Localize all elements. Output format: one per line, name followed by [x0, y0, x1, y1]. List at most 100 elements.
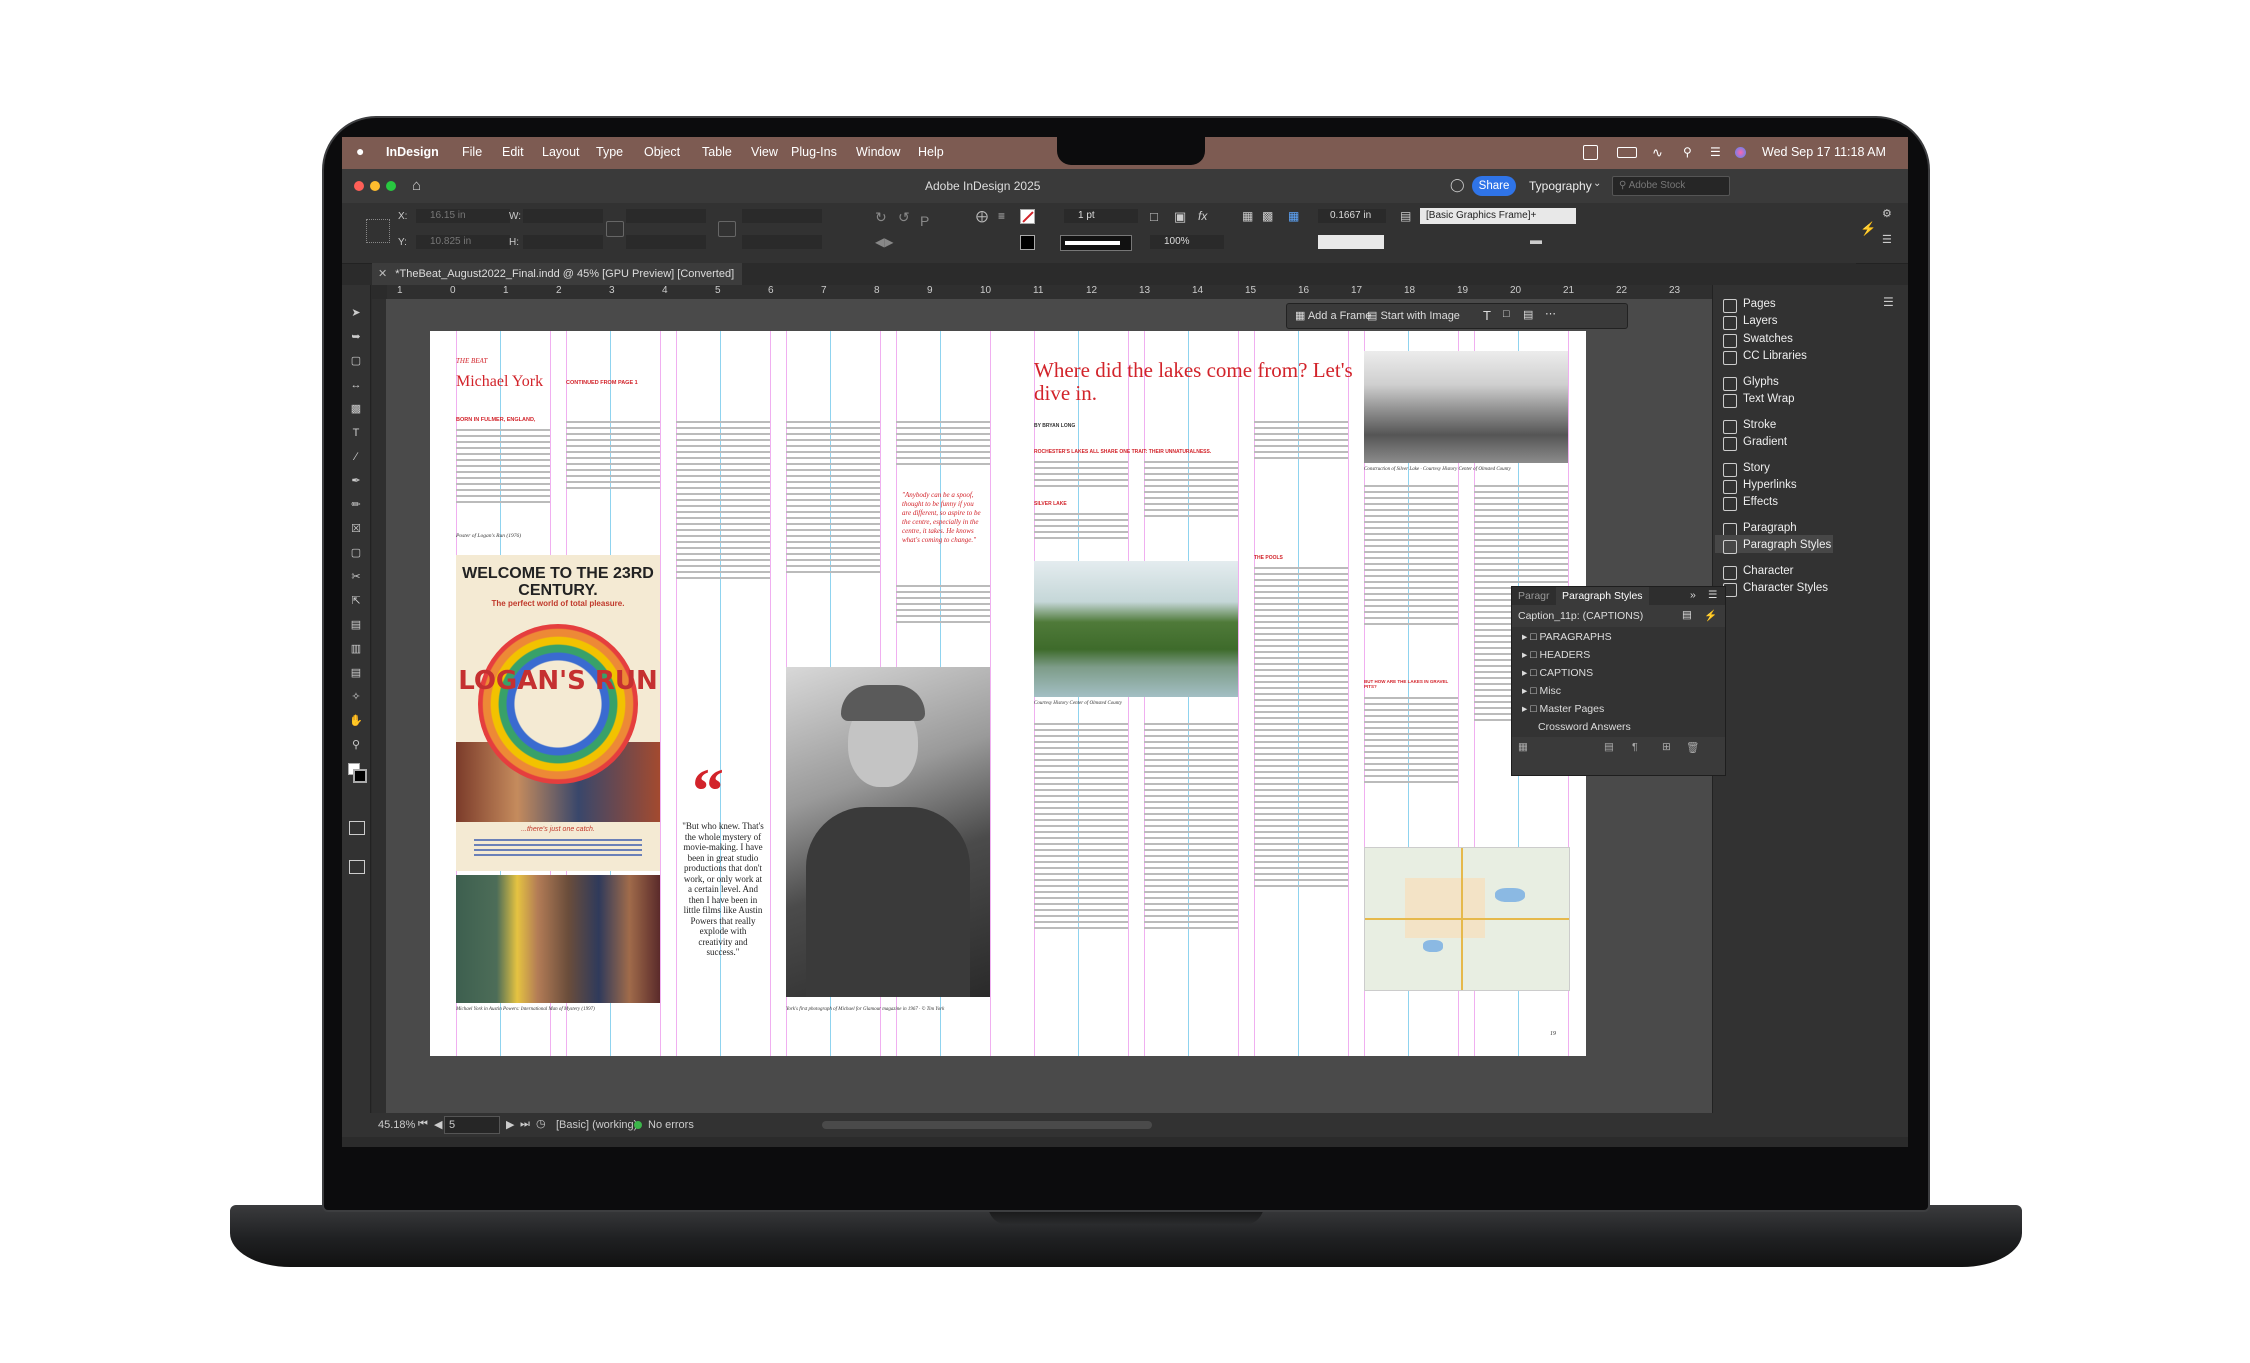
quick-apply-icon[interactable]: ▬: [1530, 233, 1542, 247]
style-group-master-pages[interactable]: ▸ □ Master Pages: [1522, 703, 1604, 715]
lightbulb-icon[interactable]: ◯: [1450, 177, 1465, 193]
settings-icon[interactable]: ⚙: [1882, 207, 1892, 220]
text-column-2[interactable]: [566, 417, 660, 517]
panel-menu-icon[interactable]: ☰: [1708, 589, 1717, 601]
opacity-field[interactable]: 100%: [1150, 235, 1224, 249]
preflight-errors[interactable]: No errors: [648, 1119, 694, 1131]
control-center-icon[interactable]: ☰: [1710, 145, 1721, 159]
gap-tool-icon[interactable]: ↔: [349, 373, 363, 397]
chevron-down-icon[interactable]: ⌄: [1593, 178, 1601, 189]
panel-hyperlinks[interactable]: Hyperlinks: [1743, 479, 1797, 491]
path-icon[interactable]: P: [920, 213, 929, 229]
minimize-window-button[interactable]: [370, 181, 380, 191]
type-icon[interactable]: T: [1483, 308, 1491, 323]
battery-icon[interactable]: [1617, 147, 1637, 158]
paragraph-tab[interactable]: Paragr: [1518, 590, 1550, 602]
wifi-icon[interactable]: ∿: [1652, 145, 1663, 161]
style-group-paragraphs[interactable]: ▸ □ PARAGRAPHS: [1522, 631, 1612, 643]
right-text-column-1b[interactable]: [1034, 509, 1128, 549]
pull-quote[interactable]: "But who knew. That's the whole mystery …: [682, 821, 764, 1011]
red-pullquote[interactable]: "Anybody can be a spoof, thought to be f…: [902, 491, 984, 571]
text-column-4[interactable]: [786, 417, 880, 629]
next-page-icon[interactable]: ▶: [506, 1118, 514, 1131]
close-window-button[interactable]: [354, 181, 364, 191]
reference-point-icon[interactable]: [366, 219, 390, 243]
page-number-field[interactable]: 5: [444, 1116, 500, 1134]
subhead-silver-lake[interactable]: SILVER LAKE: [1034, 501, 1067, 507]
scale-x-field[interactable]: [626, 209, 706, 223]
lakes-map[interactable]: [1364, 847, 1570, 991]
document-tab[interactable]: ✕ *TheBeat_August2022_Final.indd @ 45% [G…: [372, 263, 742, 285]
austin-powers-caption[interactable]: Michael York in Austin Powers: Internati…: [456, 1007, 660, 1012]
previous-page-icon[interactable]: ◀: [434, 1118, 442, 1131]
panel-paragraph[interactable]: Paragraph: [1743, 522, 1797, 534]
style-group-captions[interactable]: ▸ □ CAPTIONS: [1522, 667, 1593, 679]
construction-caption[interactable]: Construction of Silver Lake · Courtesy H…: [1364, 467, 1568, 472]
right-text-column-4b[interactable]: [1364, 693, 1458, 813]
gradient-feather-icon[interactable]: ▥: [349, 637, 363, 661]
swatch-select[interactable]: [1318, 235, 1384, 249]
menu-type[interactable]: Type: [596, 145, 623, 159]
panel-glyphs[interactable]: Glyphs: [1743, 376, 1779, 388]
stroke-color-icon[interactable]: [353, 769, 367, 783]
panel-swatches[interactable]: Swatches: [1743, 333, 1793, 345]
rotate-icon[interactable]: ↻: [875, 209, 887, 226]
horizontal-scrollbar[interactable]: [822, 1121, 1152, 1129]
style-override-icon[interactable]: ▤: [1682, 609, 1692, 621]
panel-character-styles[interactable]: Character Styles: [1743, 582, 1828, 594]
search-icon[interactable]: ⚲: [1683, 145, 1692, 159]
rectangle-tool-icon[interactable]: ▢: [349, 541, 363, 565]
paragraph-styles-tab[interactable]: Paragraph Styles: [1556, 587, 1649, 605]
load-styles-icon[interactable]: ▦: [1518, 741, 1528, 753]
shear-field[interactable]: [742, 235, 822, 249]
quick-apply-icon[interactable]: ⚡: [1704, 609, 1717, 622]
construction-photo[interactable]: [1364, 351, 1568, 463]
free-transform-tool-icon[interactable]: ⇱: [349, 589, 363, 613]
pen-tool-icon[interactable]: ✒: [349, 469, 363, 493]
object-style-select[interactable]: [Basic Graphics Frame]+: [1420, 208, 1576, 224]
panel-menu-icon[interactable]: ☰: [1882, 233, 1892, 246]
text-column-5b[interactable]: [896, 581, 990, 643]
rotation-field[interactable]: [742, 209, 822, 223]
subhead-gravel-pits[interactable]: BUT HOW ARE THE LAKES IN GRAVEL PITS?: [1364, 679, 1458, 689]
effects-icon[interactable]: fx: [1198, 209, 1207, 223]
preview-mode-icon[interactable]: [349, 860, 365, 874]
start-with-image-button[interactable]: ▤ Start with Image: [1367, 309, 1460, 322]
panel-gradient[interactable]: Gradient: [1743, 436, 1787, 448]
home-icon[interactable]: ⌂: [412, 177, 421, 194]
article-kicker[interactable]: ROCHESTER'S LAKES ALL SHARE ONE TRAIT: T…: [1034, 449, 1211, 455]
vertical-ruler[interactable]: [372, 299, 386, 1113]
austin-powers-photo[interactable]: [456, 875, 660, 1003]
right-text-column-2b[interactable]: [1144, 719, 1238, 1005]
lightning-icon[interactable]: ⚡: [1860, 221, 1876, 237]
panel-effects[interactable]: Effects: [1743, 496, 1778, 508]
eyedropper-tool-icon[interactable]: ✧: [349, 685, 363, 709]
rectangle-frame-tool-icon[interactable]: ☒: [349, 517, 363, 541]
panel-paragraph-styles[interactable]: Paragraph Styles: [1743, 539, 1831, 551]
right-text-column-1c[interactable]: [1034, 719, 1128, 1005]
menu-file[interactable]: File: [462, 145, 482, 159]
style-item-crossword[interactable]: Crossword Answers: [1538, 721, 1631, 733]
stroke-weight-field[interactable]: 1 pt: [1064, 209, 1138, 223]
logans-run-poster[interactable]: WELCOME TO THE 23RD CENTURY. The perfect…: [456, 555, 660, 871]
add-frame-button[interactable]: ▦ Add a Frame: [1295, 309, 1371, 322]
object-style-icon[interactable]: ▤: [1400, 209, 1411, 223]
delete-style-icon[interactable]: 🗑: [1686, 741, 1699, 754]
y-field[interactable]: 10.825 in: [416, 235, 510, 249]
h-field[interactable]: [523, 235, 603, 249]
selection-tool-icon[interactable]: ➤: [349, 301, 363, 325]
direct-selection-tool-icon[interactable]: ➥: [349, 325, 363, 349]
panel-layers[interactable]: Layers: [1743, 315, 1778, 327]
rotate-ccw-icon[interactable]: ↺: [898, 209, 910, 226]
indesign-status-icon[interactable]: [1583, 145, 1598, 160]
new-style-icon[interactable]: ⊞: [1662, 741, 1671, 753]
note-tool-icon[interactable]: ▤: [349, 661, 363, 685]
type-tool-icon[interactable]: T: [349, 421, 363, 445]
left-page[interactable]: THE BEAT Michael York CONTINUED FROM PAG…: [430, 331, 1008, 1056]
scale-y-field[interactable]: [626, 235, 706, 249]
text-wrap-icon[interactable]: ▦: [1242, 209, 1253, 223]
michael-york-portrait[interactable]: [786, 667, 990, 997]
gap-field[interactable]: 0.1667 in: [1318, 209, 1386, 223]
w-field[interactable]: [523, 209, 603, 223]
poster-caption[interactable]: Poster of Logan's Run (1976): [456, 533, 521, 539]
